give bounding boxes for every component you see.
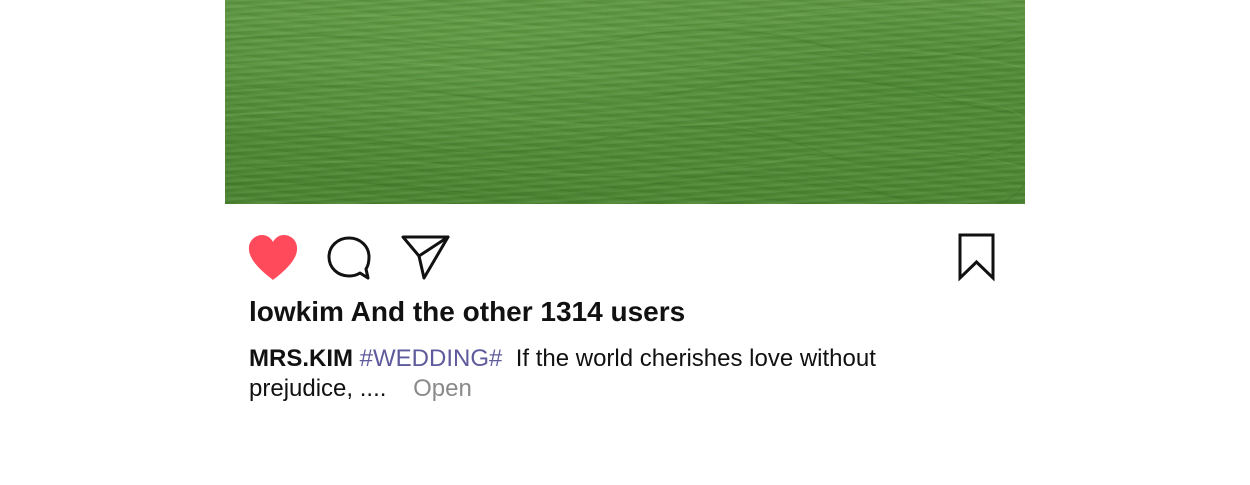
comment-bubble-icon[interactable] (325, 234, 373, 282)
caption-username[interactable]: MRS.KIM (249, 345, 353, 372)
open-caption-link[interactable]: Open (413, 375, 472, 402)
post-photo[interactable] (225, 0, 1025, 204)
bookmark-icon[interactable] (956, 232, 998, 282)
paper-plane-icon[interactable] (400, 232, 452, 282)
post-card: lowkim And the other 1314 users MRS.KIM … (225, 0, 1025, 485)
post-caption: MRS.KIM #WEDDING# If the world cherishes… (249, 344, 949, 404)
heart-icon[interactable] (247, 234, 299, 282)
grass-texture (225, 5, 1025, 204)
post-action-bar (225, 228, 1025, 284)
likes-summary[interactable]: lowkim And the other 1314 users (249, 296, 685, 328)
caption-hashtag[interactable]: #WEDDING# (360, 345, 503, 372)
